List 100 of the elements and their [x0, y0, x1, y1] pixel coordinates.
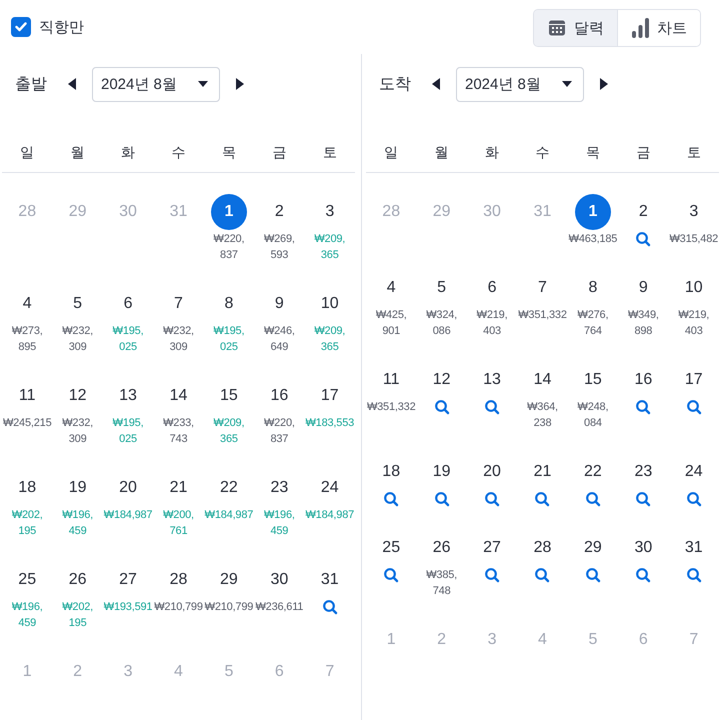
search-icon[interactable]	[484, 491, 500, 507]
calendar-day[interactable]: 26	[60, 562, 96, 598]
price-label: ₩385, 748	[426, 568, 458, 599]
calendar-day[interactable]: 6	[110, 286, 146, 322]
calendar-day[interactable]: 12	[424, 362, 460, 398]
calendar-day[interactable]: 19	[424, 454, 460, 490]
search-icon[interactable]	[635, 491, 652, 507]
calendar-day[interactable]: 16	[261, 378, 298, 414]
calendar-day[interactable]: 20	[110, 470, 146, 506]
search-icon[interactable]	[584, 567, 601, 583]
calendar-day[interactable]: 7	[524, 270, 560, 306]
calendar-day[interactable]: 23	[625, 454, 662, 490]
calendar-day[interactable]: 28	[524, 530, 560, 566]
search-icon[interactable]	[686, 567, 702, 583]
calendar-day[interactable]: 4	[9, 286, 46, 322]
price-label: ₩210,799	[204, 600, 254, 615]
calendar-day[interactable]: 6	[474, 270, 510, 306]
calendar-day[interactable]: 18	[373, 454, 410, 490]
calendar-day[interactable]: 15	[210, 378, 247, 414]
calendar-day[interactable]: 13	[110, 378, 146, 414]
calendar-day[interactable]: 31	[676, 530, 712, 566]
month-dropdown[interactable]: 2024년 8월	[456, 66, 584, 102]
calendar-day[interactable]: 9	[261, 286, 298, 322]
search-icon[interactable]	[383, 491, 400, 507]
calendar-day[interactable]: 19	[60, 470, 96, 506]
calendar-day[interactable]: 2	[261, 194, 298, 230]
calendar-day[interactable]: 29	[210, 562, 247, 598]
price-label: ₩248, 084	[578, 400, 608, 431]
calendar-day[interactable]: 3	[312, 194, 348, 230]
search-icon[interactable]	[584, 491, 601, 507]
calendar-day[interactable]: 11	[373, 362, 410, 398]
calendar-day[interactable]: 30	[261, 562, 298, 598]
weekday-label: 토	[322, 144, 338, 162]
search-icon[interactable]	[534, 491, 550, 507]
month-dropdown[interactable]: 2024년 8월	[92, 66, 220, 102]
calendar-day[interactable]: 1	[210, 194, 247, 230]
calendar-day[interactable]: 15	[574, 362, 611, 398]
calendar-day[interactable]: 26	[424, 530, 460, 566]
search-icon[interactable]	[635, 567, 652, 583]
calendar-day[interactable]: 29	[574, 530, 611, 566]
calendar-day[interactable]: 25	[373, 530, 410, 566]
price-label: ₩351,332	[518, 308, 567, 323]
calendar-day[interactable]: 30	[625, 530, 662, 566]
calendar-day[interactable]: 11	[9, 378, 46, 414]
calendar-day[interactable]: 31	[312, 562, 348, 598]
calendar-day[interactable]: 27	[110, 562, 146, 598]
calendar-day[interactable]: 17	[676, 362, 712, 398]
calendar-day[interactable]: 3	[676, 194, 712, 230]
calendar-day[interactable]: 16	[625, 362, 662, 398]
weekday-label: 금	[271, 144, 288, 162]
price-label: ₩195, 025	[112, 416, 144, 447]
calendar-day[interactable]: 22	[210, 470, 247, 506]
weekday-label: 화	[120, 144, 136, 162]
calendar-day[interactable]: 10	[312, 286, 348, 322]
calendar-day[interactable]: 22	[574, 454, 611, 490]
calendar-day[interactable]: 5	[60, 286, 96, 322]
calendar-day[interactable]: 21	[160, 470, 196, 506]
calendar-day[interactable]: 20	[474, 454, 510, 490]
price-label: ₩245,215	[2, 416, 52, 431]
search-icon[interactable]	[434, 491, 450, 507]
calendar-day[interactable]: 24	[312, 470, 348, 506]
calendar-day[interactable]: 27	[474, 530, 510, 566]
price-label: ₩183,553	[306, 416, 354, 431]
calendar-day[interactable]: 14	[524, 362, 560, 398]
weekday-label: 수	[534, 144, 550, 162]
calendar-day[interactable]: 4	[373, 270, 410, 306]
calendar-day[interactable]: 8	[210, 286, 247, 322]
calendar-day[interactable]: 23	[261, 470, 298, 506]
view-tab[interactable]: 차트	[617, 10, 700, 46]
view-tab[interactable]: 달력	[534, 10, 617, 46]
calendar-day[interactable]: 1	[574, 194, 611, 230]
calendar-day[interactable]: 8	[574, 270, 611, 306]
search-icon[interactable]	[484, 399, 500, 415]
calendar-day[interactable]: 18	[9, 470, 46, 506]
calendar-day[interactable]: 12	[60, 378, 96, 414]
search-icon[interactable]	[686, 399, 702, 415]
search-icon[interactable]	[635, 231, 652, 247]
calendar-day[interactable]: 17	[312, 378, 348, 414]
calendar-day[interactable]: 21	[524, 454, 560, 490]
calendar-day[interactable]: 5	[424, 270, 460, 306]
search-icon[interactable]	[322, 599, 338, 615]
calendar-day[interactable]: 2	[625, 194, 662, 230]
search-icon[interactable]	[635, 399, 652, 415]
checkbox[interactable]	[11, 17, 31, 37]
price-label: ₩232, 309	[62, 416, 94, 447]
calendar-day[interactable]: 10	[676, 270, 712, 306]
search-icon[interactable]	[383, 567, 400, 583]
price-label: ₩195, 025	[112, 324, 144, 355]
search-icon[interactable]	[686, 491, 702, 507]
search-icon[interactable]	[434, 399, 450, 415]
price-label: ₩196, 459	[12, 600, 43, 631]
calendar-day[interactable]: 28	[160, 562, 196, 598]
calendar-day[interactable]: 25	[9, 562, 46, 598]
calendar-day[interactable]: 24	[676, 454, 712, 490]
search-icon[interactable]	[484, 567, 500, 583]
calendar-day[interactable]: 9	[625, 270, 662, 306]
calendar-day[interactable]: 7	[160, 286, 196, 322]
search-icon[interactable]	[534, 567, 550, 583]
calendar-day[interactable]: 14	[160, 378, 196, 414]
calendar-day[interactable]: 13	[474, 362, 510, 398]
